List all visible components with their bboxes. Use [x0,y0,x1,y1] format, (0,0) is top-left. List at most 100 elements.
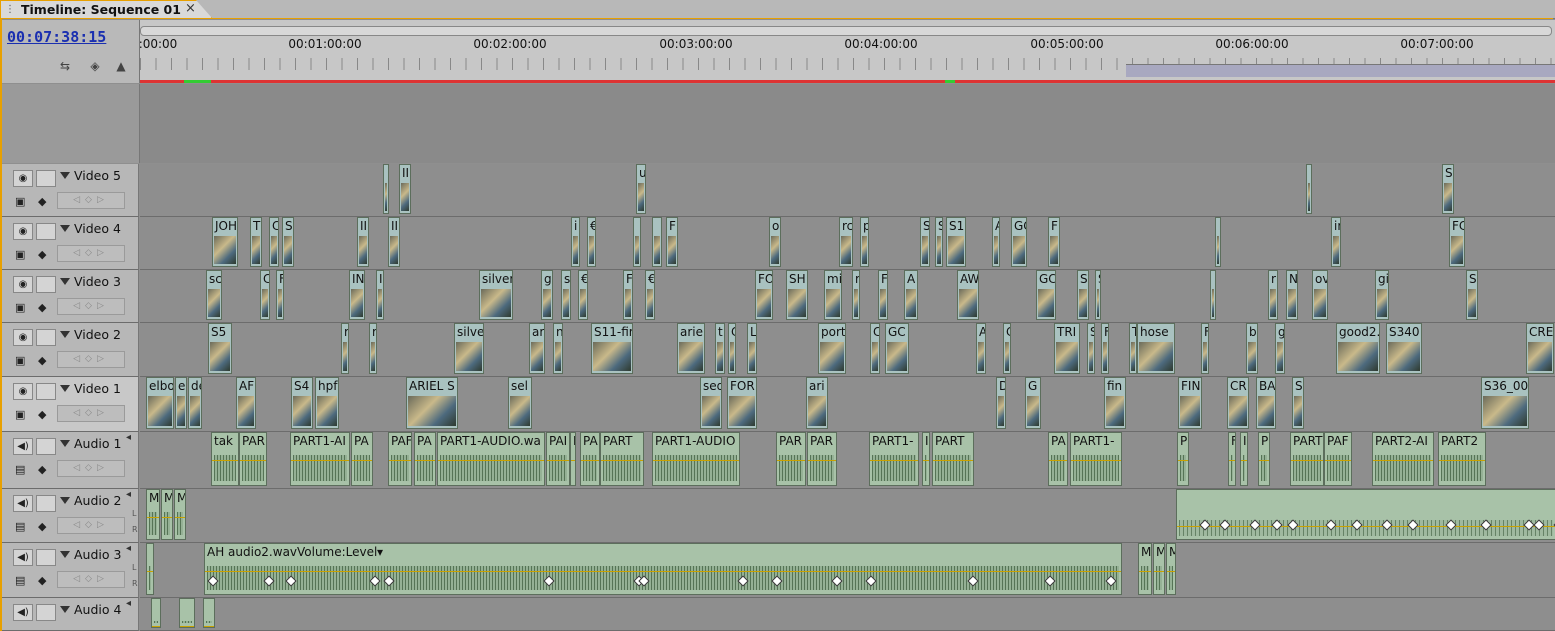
audio-clip[interactable] [146,543,154,595]
audio-clip[interactable]: PA [351,432,373,486]
track-header-video-5[interactable]: ◉ Video 5 ▣ ◆ ◁◇▷ [2,164,139,217]
video-clip[interactable]: A [992,217,1000,267]
audio-clip[interactable]: PAR [239,432,267,486]
audio-clip[interactable]: PART1- [1070,432,1122,486]
volume-rubberband[interactable] [933,460,973,461]
audio-clip[interactable]: P [1258,432,1270,486]
video-clip[interactable]: silve [454,323,484,374]
eye-icon[interactable]: ◉ [13,223,33,240]
video-clip[interactable]: sel [508,377,532,429]
zoom-scrollbar[interactable] [140,26,1552,36]
video-clip[interactable]: o [769,217,781,267]
video-clip[interactable]: F [1101,323,1109,374]
keyframe-toggle-icon[interactable]: ◆ [38,463,46,476]
grip-icon[interactable]: ⋮ [5,4,15,15]
keyframe-toggle-icon[interactable]: ◆ [38,195,46,208]
volume-rubberband[interactable] [1259,460,1269,461]
volume-rubberband[interactable] [808,460,836,461]
video-clip[interactable]: sc [206,270,222,320]
display-style-icon[interactable]: ▤ [15,574,25,587]
audio-clip[interactable]: I [570,432,576,486]
video-clip[interactable]: rc [839,217,853,267]
volume-rubberband[interactable] [205,571,1121,572]
lock-toggle[interactable] [36,495,56,512]
video-clip[interactable]: F [623,270,633,320]
video-clip[interactable]: ar [529,323,545,374]
track-header-video-1[interactable]: ◉ Video 1 ▣ ◆ ◁◇▷ [2,377,139,432]
video-clip[interactable]: FC [1449,217,1465,267]
audio-clip[interactable]: M [161,489,173,540]
audio-clip[interactable]: M [174,489,186,540]
video-clip[interactable]: t [715,323,725,374]
video-clip[interactable]: € [645,270,655,320]
video-clip[interactable]: GC [885,323,909,374]
keyframe-navigator[interactable]: ◁◇▷ [57,517,125,534]
collapse-triangle-icon[interactable] [60,497,70,504]
video-clip[interactable]: seq [700,377,722,429]
lock-toggle[interactable] [36,329,56,346]
volume-rubberband[interactable] [1325,460,1351,461]
keyframe-navigator[interactable]: ◁◇▷ [57,351,125,368]
audio-clip[interactable]: PA [580,432,600,486]
video-clip[interactable]: C [260,270,270,320]
video-clip[interactable]: S [282,217,294,267]
video-clip[interactable]: hpf [315,377,339,429]
close-icon[interactable]: × [185,1,196,16]
work-area-bar[interactable] [1126,64,1555,77]
track-lane-audio-3[interactable]: AH audio2.wavVolume:Level▾MMM [140,543,1555,598]
video-clip[interactable]: s [561,270,571,320]
video-clip[interactable]: AF [236,377,256,429]
collapse-triangle-icon[interactable] [60,225,70,232]
video-clip[interactable]: T [1129,323,1137,374]
audio-clip[interactable]: PART2 [1438,432,1486,486]
video-clip[interactable] [1210,270,1216,320]
keyframe-toggle-icon[interactable]: ◆ [38,408,46,421]
collapse-triangle-icon[interactable] [60,331,70,338]
volume-rubberband[interactable] [777,460,805,461]
video-clip[interactable]: D [996,377,1006,429]
video-clip[interactable]: S [1087,323,1095,374]
volume-rubberband[interactable] [1241,460,1247,461]
volume-rubberband[interactable] [571,460,575,461]
video-clip[interactable]: F [276,270,284,320]
volume-rubberband[interactable] [352,460,372,461]
track-target-icon[interactable]: ◂ [126,432,131,443]
speaker-icon[interactable]: ◀) [13,604,33,621]
volume-rubberband[interactable] [240,460,266,461]
track-header-video-2[interactable]: ◉ Video 2 ▣ ◆ ◁◇▷ [2,323,139,377]
video-clip[interactable]: p [860,217,869,267]
video-clip[interactable]: II [399,164,411,214]
volume-rubberband[interactable] [415,460,435,461]
video-clip[interactable]: A [976,323,986,374]
track-header-video-4[interactable]: ◉ Video 4 ▣ ◆ ◁◇▷ [2,217,139,270]
lock-toggle[interactable] [36,223,56,240]
volume-rubberband[interactable] [581,460,599,461]
video-clip[interactable]: SH [786,270,808,320]
video-clip[interactable]: AW [957,270,979,320]
video-clip[interactable]: C [870,323,880,374]
video-clip[interactable]: C [269,217,279,267]
track-lane-audio-2[interactable]: MMM [140,489,1555,543]
video-clip[interactable]: II [388,217,400,267]
audio-clip[interactable]: M [146,489,160,540]
video-clip[interactable]: hose [1137,323,1175,374]
volume-rubberband[interactable] [1373,460,1433,461]
video-clip[interactable] [1306,164,1312,214]
video-clip[interactable]: u [636,164,646,214]
time-ruler[interactable]: :00:00 00:01:00:00 00:02:00:00 00:03:00:00 0… [139,20,1555,83]
video-clip[interactable]: € [587,217,596,267]
speaker-icon[interactable]: ◀) [13,495,33,512]
eye-icon[interactable]: ◉ [13,383,33,400]
lock-toggle[interactable] [36,604,56,621]
audio-clip[interactable]: PART2-AI [1372,432,1434,486]
video-clip[interactable]: II [357,217,369,267]
video-clip[interactable]: i [571,217,580,267]
collapse-triangle-icon[interactable] [60,551,70,558]
video-clip[interactable]: S1 [946,217,966,267]
video-clip[interactable]: good2. [1336,323,1380,374]
collapse-triangle-icon[interactable] [60,172,70,179]
audio-clip[interactable] [179,598,195,628]
volume-rubberband[interactable] [152,626,160,627]
keyframe-toggle-icon[interactable]: ◆ [38,354,46,367]
video-clip[interactable]: elbo [146,377,174,429]
